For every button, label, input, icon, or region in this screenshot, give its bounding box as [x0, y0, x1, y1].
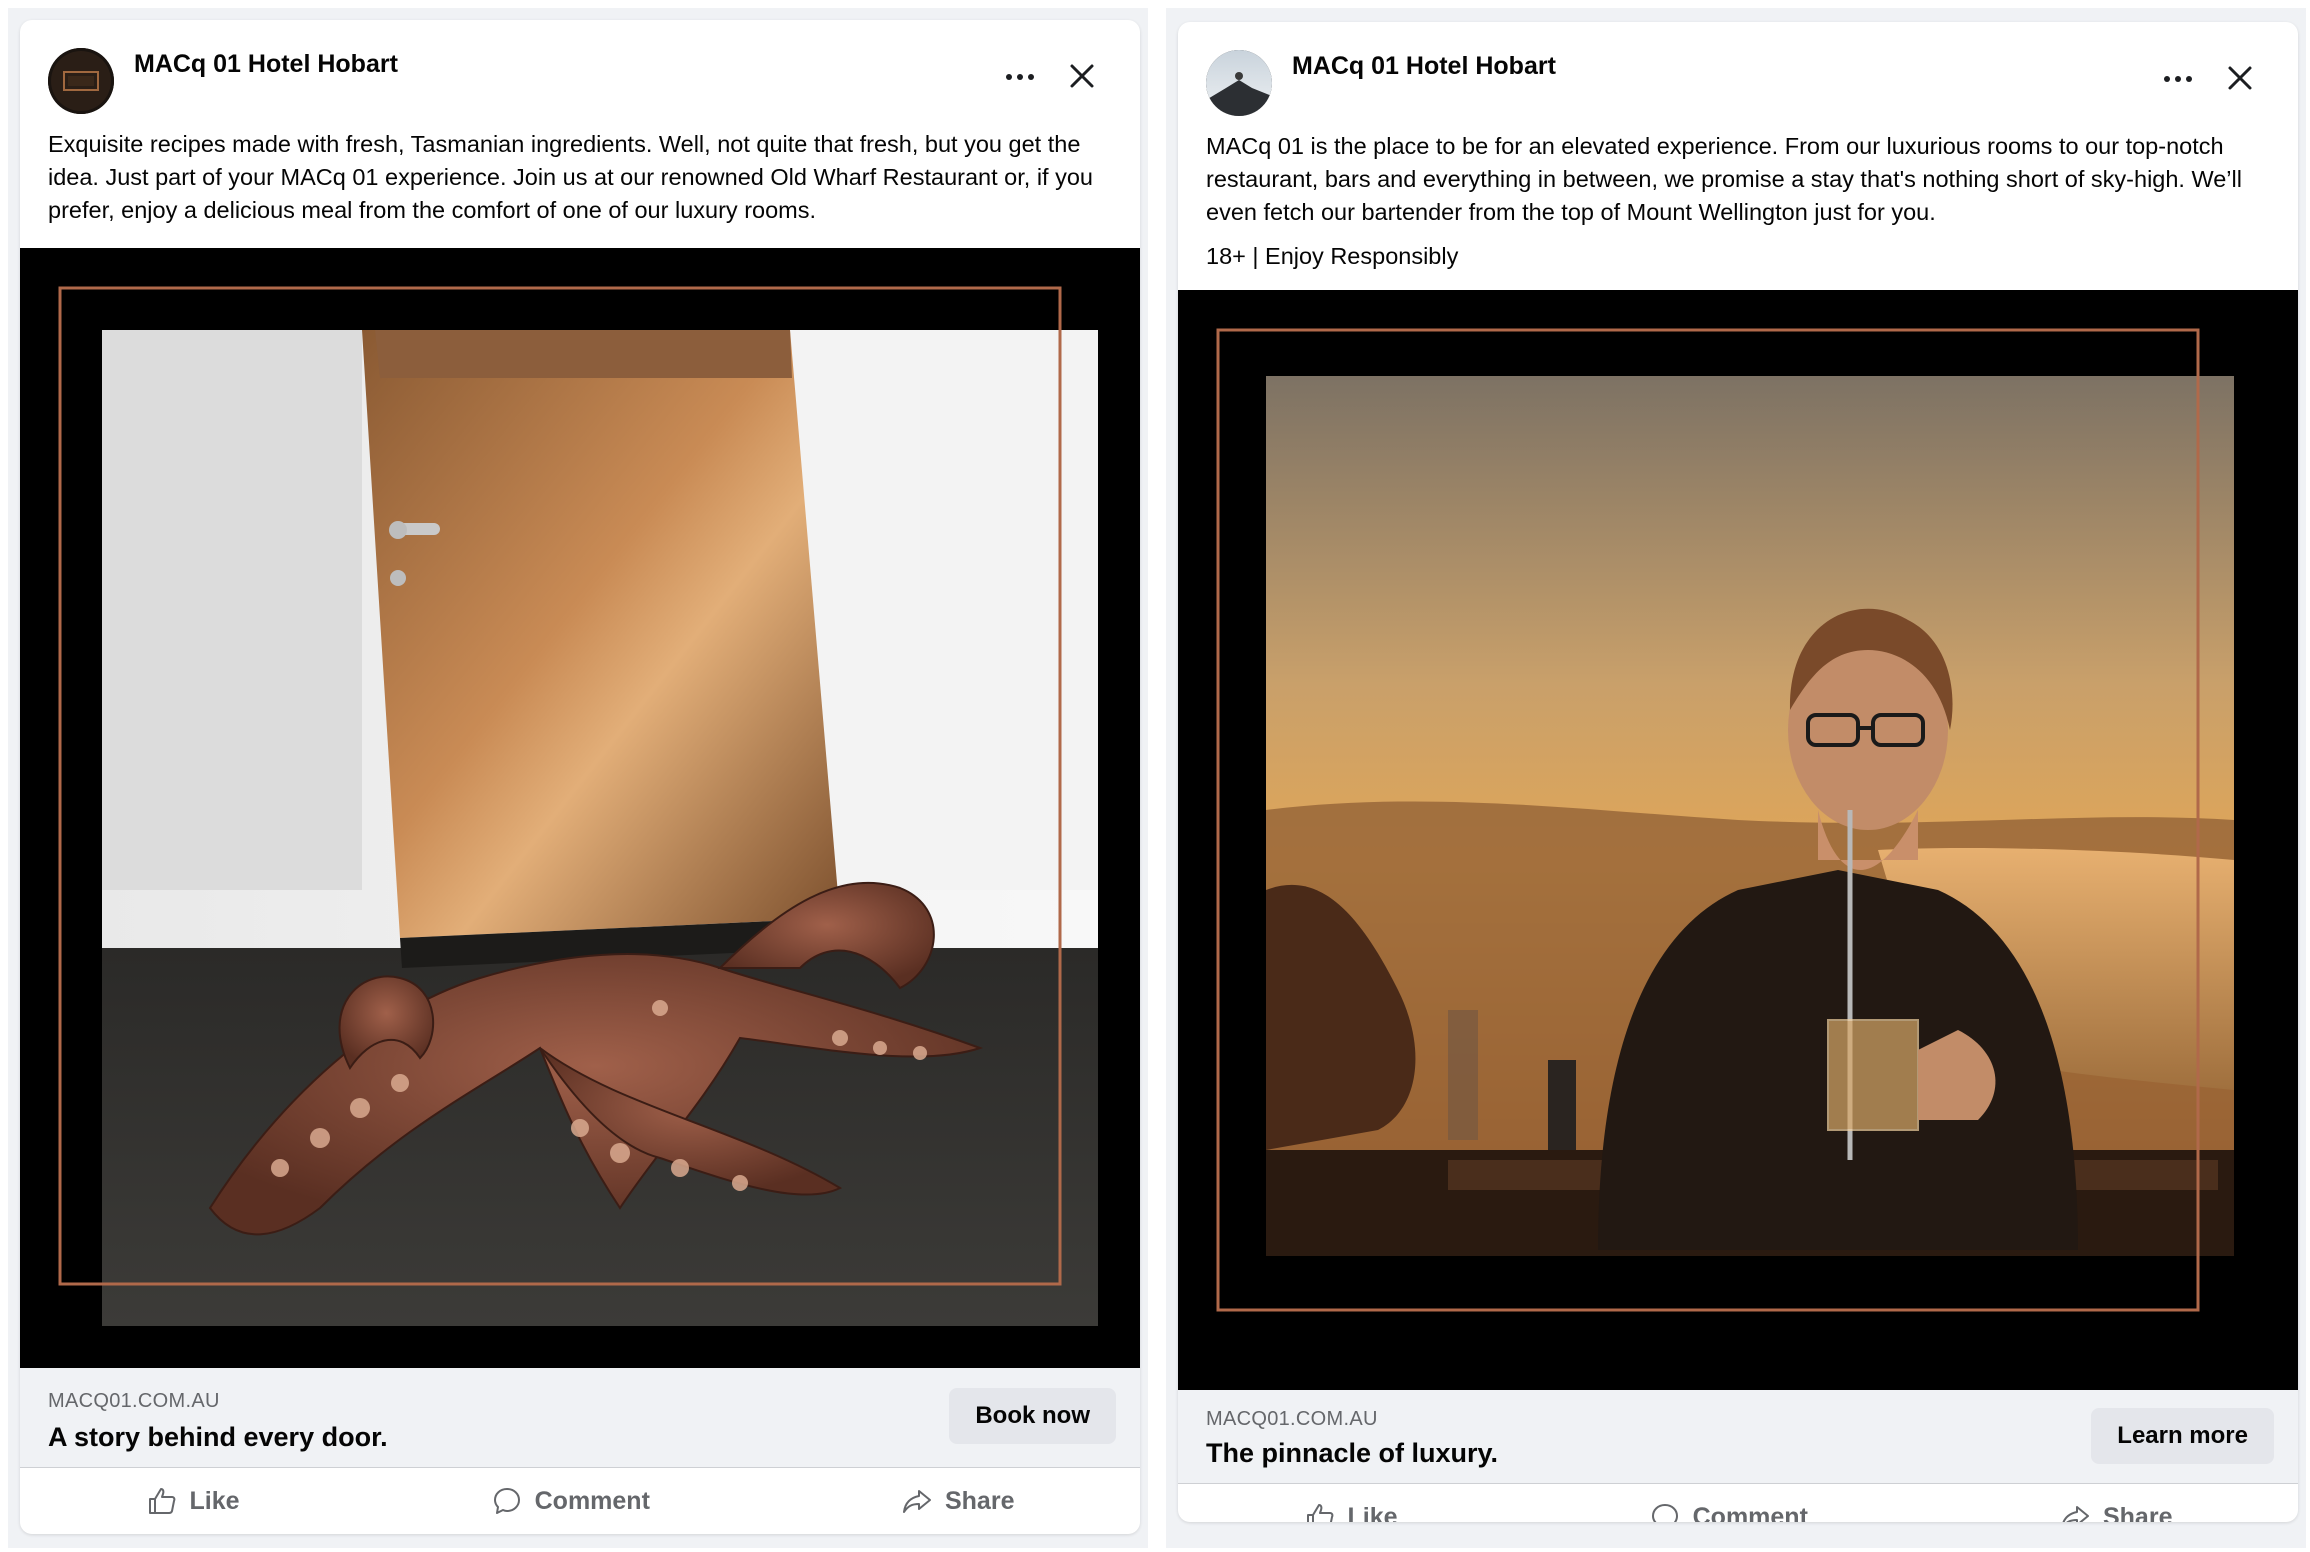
comment-label: Comment	[1692, 1502, 1808, 1523]
link-headline: A story behind every door.	[48, 1422, 388, 1452]
like-label: Like	[189, 1486, 240, 1515]
share-label: Share	[2102, 1502, 2173, 1523]
comment-label: Comment	[534, 1486, 650, 1515]
more-options-icon[interactable]	[1000, 62, 1040, 92]
link-domain: MACQ01.COM.AU	[1206, 1408, 1378, 1430]
age-disclaimer: 18+ | Enjoy Responsibly	[1206, 243, 1459, 269]
post-body-text: Exquisite recipes made with fresh, Tasma…	[48, 131, 1093, 223]
link-preview-bar[interactable]: MACQ01.COM.AU The pinnacle of luxury. Le…	[1178, 1390, 2298, 1484]
link-headline: The pinnacle of luxury.	[1206, 1438, 1499, 1468]
ad-post-card: MACq 01 Hotel Hobart Exquisite recipes m…	[20, 20, 1140, 1534]
like-button[interactable]: Like	[1284, 1493, 1418, 1522]
thumbs-up-icon	[148, 1488, 175, 1514]
book-now-button[interactable]: Book now	[949, 1388, 1116, 1444]
learn-more-button[interactable]: Learn more	[2091, 1408, 2274, 1464]
comment-icon	[1651, 1504, 1678, 1522]
close-icon[interactable]	[1064, 58, 1100, 94]
post-header: MACq 01 Hotel Hobart	[1178, 22, 2298, 122]
post-header: MACq 01 Hotel Hobart	[20, 20, 1140, 120]
link-domain: MACQ01.COM.AU	[48, 1390, 220, 1412]
page-name[interactable]: MACq 01 Hotel Hobart	[1292, 52, 1556, 81]
page-name[interactable]: MACq 01 Hotel Hobart	[134, 50, 398, 79]
ad-panel-left: MACq 01 Hotel Hobart Exquisite recipes m…	[8, 8, 1148, 1548]
like-button[interactable]: Like	[126, 1477, 260, 1525]
page-avatar[interactable]	[48, 48, 114, 114]
comment-icon	[493, 1488, 520, 1514]
hotel-logo-icon	[48, 48, 114, 114]
share-icon	[2062, 1506, 2089, 1522]
share-button[interactable]: Share	[881, 1477, 1034, 1525]
thumbs-up-icon	[1306, 1504, 1333, 1522]
link-preview-bar[interactable]: MACQ01.COM.AU A story behind every door.…	[20, 1368, 1140, 1468]
post-body-text: MACq 01 is the place to be for an elevat…	[1206, 133, 2242, 225]
page-avatar[interactable]	[1206, 50, 1272, 116]
post-actions: Like Comment Share	[20, 1468, 1140, 1534]
mountain-avatar-icon	[1206, 50, 1272, 116]
post-media[interactable]	[20, 248, 1140, 1368]
like-label: Like	[1347, 1502, 1398, 1523]
more-options-icon[interactable]	[2158, 64, 2198, 94]
share-label: Share	[944, 1486, 1015, 1515]
close-icon[interactable]	[2222, 60, 2258, 96]
share-icon	[902, 1490, 931, 1513]
share-button[interactable]: Share	[2039, 1493, 2192, 1522]
comment-button[interactable]: Comment	[1629, 1493, 1828, 1522]
comment-button[interactable]: Comment	[471, 1477, 670, 1525]
post-actions: Like Comment Share	[1178, 1484, 2298, 1522]
post-media[interactable]	[1178, 290, 2298, 1390]
octopus-door-image	[20, 248, 1140, 1368]
ad-panel-right: MACq 01 Hotel Hobart MACq 01 is the plac…	[1166, 8, 2306, 1548]
bartender-sunset-image	[1178, 290, 2298, 1390]
ad-post-card: MACq 01 Hotel Hobart MACq 01 is the plac…	[1178, 22, 2298, 1522]
